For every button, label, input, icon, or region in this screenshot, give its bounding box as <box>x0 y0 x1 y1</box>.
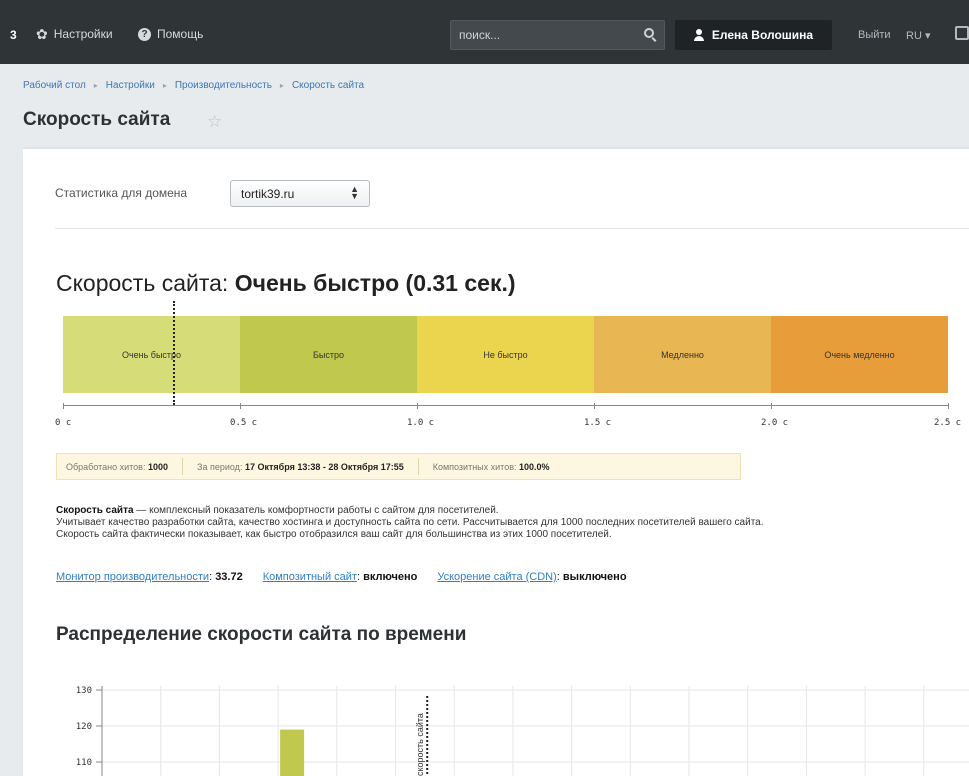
favorite-star-icon[interactable]: ☆ <box>207 112 222 132</box>
logout-link[interactable]: Выйти <box>858 29 891 41</box>
y-tick-label: 120 <box>76 722 92 732</box>
axis-tick-label: 2.0 с <box>761 418 789 428</box>
settings-link[interactable]: ✿ Настройки <box>36 25 113 42</box>
help-icon: ? <box>138 27 151 41</box>
speed-band: Очень медленно <box>771 316 948 393</box>
domain-label: Статистика для домена <box>55 186 188 200</box>
hits-value: 1000 <box>147 461 169 472</box>
settings-label: Настройки <box>53 27 113 41</box>
composite-hits-value: 100.0% <box>519 461 550 472</box>
composite-value: включено <box>363 571 418 583</box>
language-switch[interactable]: RU ▾ <box>906 29 930 42</box>
divider <box>55 228 969 229</box>
domain-select[interactable]: tortik39.ru ▲ ▼ <box>230 180 370 207</box>
axis-tick <box>594 403 595 409</box>
description-line3: Скорость сайта фактически показывает, ка… <box>56 529 612 540</box>
breadcrumb-item-site-speed[interactable]: Скорость сайта <box>292 80 364 91</box>
search-icon[interactable] <box>644 28 654 38</box>
search-box <box>450 20 665 50</box>
axis-tick-label: 0 с <box>55 418 72 428</box>
user-icon <box>693 29 704 41</box>
chevron-down-icon: ▾ <box>921 30 931 42</box>
stats-divider <box>417 458 419 475</box>
speed-band: Быстро <box>240 316 417 393</box>
breadcrumb-item-settings[interactable]: Настройки <box>106 80 155 91</box>
breadcrumb-separator-icon: ▸ <box>279 81 284 90</box>
axis-tick <box>240 403 241 409</box>
composite-status: Композитный сайт: включено <box>262 571 418 583</box>
description-line2: Учитывает качество разработки сайта, кач… <box>56 517 764 528</box>
y-tick-label: 130 <box>76 686 92 696</box>
description-line1: — комплексный показатель комфортности ра… <box>133 505 499 516</box>
current-speed-marker <box>172 301 175 405</box>
gear-icon: ✿ <box>36 25 48 42</box>
axis-tick <box>417 403 418 409</box>
y-tick-label: 110 <box>76 758 92 768</box>
speed-band: Очень быстро <box>63 316 240 393</box>
composite-link[interactable]: Композитный сайт <box>263 571 357 583</box>
user-button[interactable]: Елена Волошина <box>675 20 832 50</box>
period-value: 17 Октября 13:38 - 28 Октября 17:55 <box>244 461 404 472</box>
composite-hits-label: Композитных хитов: <box>432 461 517 472</box>
hits-label: Обработано хитов: <box>66 461 146 472</box>
chart-bar <box>280 729 305 776</box>
speed-heading-value: Очень быстро (0.31 сек.) <box>234 270 516 296</box>
speed-axis <box>63 405 948 406</box>
breadcrumb: Рабочий стол ▸ Настройки ▸ Производитель… <box>23 80 364 91</box>
breadcrumb-separator-icon: ▸ <box>162 81 167 90</box>
select-arrows-icon: ▲ ▼ <box>350 184 359 201</box>
monitor-value: 33.72 <box>215 571 243 583</box>
top-bar: 3 ✿ Настройки ? Помощь Елена Волошина Вы… <box>0 0 969 64</box>
description-bold: Скорость сайта <box>56 505 134 516</box>
language-label: RU <box>906 30 922 42</box>
domain-select-value: tortik39.ru <box>241 187 295 201</box>
breadcrumb-item-desktop[interactable]: Рабочий стол <box>23 80 86 91</box>
status-links: Монитор производительности: 33.72 Композ… <box>56 571 627 583</box>
help-link[interactable]: ? Помощь <box>138 27 203 41</box>
speed-heading-label: Скорость сайта: <box>56 270 229 296</box>
distribution-title: Распределение скорости сайта по времени <box>56 624 467 645</box>
stats-divider <box>182 458 184 475</box>
monitor-status: Монитор производительности: 33.72 <box>56 571 243 583</box>
speed-description: Скорость сайта — комплексный показатель … <box>56 505 956 541</box>
axis-tick-label: 2.5 с <box>934 418 962 428</box>
notifications-count[interactable]: 3 <box>10 28 17 42</box>
axis-tick <box>63 403 64 409</box>
search-input[interactable] <box>451 21 631 49</box>
menu-icon[interactable] <box>955 26 969 40</box>
axis-tick-label: 0.5 с <box>230 418 258 428</box>
distribution-chart: 130 120 110 скорость сайта <box>76 686 969 776</box>
axis-tick <box>948 403 949 409</box>
monitor-link[interactable]: Монитор производительности <box>56 571 209 583</box>
axis-tick-label: 1.0 с <box>407 418 435 428</box>
breadcrumb-separator-icon: ▸ <box>93 81 98 90</box>
axis-tick <box>771 403 772 409</box>
period-label: За период: <box>197 461 243 472</box>
axis-tick-label: 1.5 с <box>584 418 612 428</box>
help-label: Помощь <box>157 27 204 41</box>
cdn-value: выключено <box>562 571 627 583</box>
breadcrumb-item-performance[interactable]: Производительность <box>175 80 272 91</box>
speed-band: Медленно <box>594 316 771 393</box>
speed-marker-label: скорость сайта <box>415 713 425 776</box>
speed-heading: Скорость сайта: Очень быстро (0.31 сек.) <box>56 270 516 297</box>
cdn-status: Ускорение сайта (CDN): выключено <box>437 571 627 583</box>
cdn-link[interactable]: Ускорение сайта (CDN) <box>437 571 556 583</box>
speed-band: Не быстро <box>417 316 594 393</box>
stats-panel: Обработано хитов: 1000 За период: 17 Окт… <box>56 453 741 480</box>
page-title: Скорость сайта <box>23 109 171 130</box>
user-name: Елена Волошина <box>711 28 814 42</box>
